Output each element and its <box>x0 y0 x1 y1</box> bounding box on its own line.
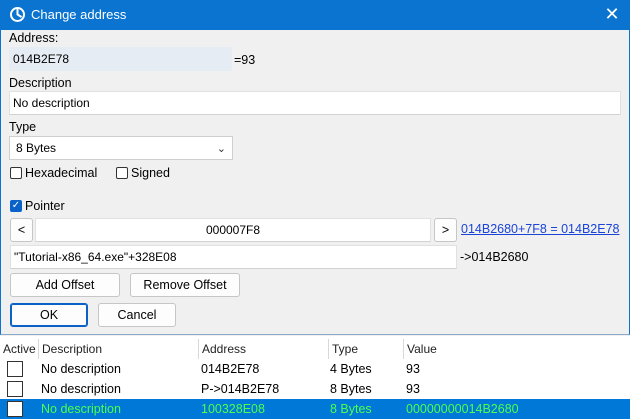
row-type: 8 Bytes <box>330 402 372 416</box>
ok-button[interactable]: OK <box>10 303 88 327</box>
row-value: 93 <box>406 382 420 396</box>
offset-address-link[interactable]: 014B2680+7F8 = 014B2E78 <box>461 222 619 236</box>
window-title: Change address <box>31 7 127 22</box>
column-value[interactable]: Value <box>407 342 437 356</box>
row-description: No description <box>41 362 121 376</box>
description-label: Description <box>9 76 72 90</box>
address-list-header: Active Description Address Type Value <box>0 339 630 359</box>
remove-offset-button[interactable]: Remove Offset <box>130 273 240 297</box>
row-address: 014B2E78 <box>201 362 260 376</box>
active-checkbox[interactable] <box>7 361 23 377</box>
title-bar[interactable]: Change address ✕ <box>0 0 630 30</box>
row-value: 93 <box>406 362 420 376</box>
row-type: 4 Bytes <box>330 362 372 376</box>
column-active[interactable]: Active <box>3 342 36 356</box>
table-row[interactable]: No description P->014B2E78 8 Bytes 93 <box>0 379 630 399</box>
table-row-selected[interactable]: No description 100328E08 8 Bytes 0000000… <box>0 399 630 419</box>
hexadecimal-checkbox[interactable] <box>10 167 22 179</box>
pointer-label: Pointer <box>25 199 65 213</box>
offset-input[interactable]: 000007F8 <box>35 218 431 242</box>
row-description: No description <box>41 402 121 416</box>
add-offset-button[interactable]: Add Offset <box>10 273 120 297</box>
hexadecimal-label: Hexadecimal <box>25 166 98 180</box>
column-description[interactable]: Description <box>42 342 102 356</box>
row-type: 8 Bytes <box>330 382 372 396</box>
row-value: 00000000014B2680 <box>406 402 519 416</box>
active-checkbox[interactable] <box>7 381 23 397</box>
prev-offset-button[interactable]: < <box>10 218 33 242</box>
pointer-base-result: ->014B2680 <box>460 250 529 264</box>
type-selected-value: 8 Bytes <box>16 141 57 155</box>
next-offset-button[interactable]: > <box>434 218 457 242</box>
description-input[interactable]: No description <box>9 91 621 115</box>
column-address[interactable]: Address <box>202 342 246 356</box>
column-type[interactable]: Type <box>332 342 358 356</box>
address-label: Address: <box>9 31 59 45</box>
chevron-down-icon: ⌄ <box>216 143 226 155</box>
row-address: 100328E08 <box>201 402 265 416</box>
cancel-button[interactable]: Cancel <box>98 303 176 327</box>
row-address: P->014B2E78 <box>201 382 280 396</box>
table-row[interactable]: No description 014B2E78 4 Bytes 93 <box>0 359 630 379</box>
signed-checkbox[interactable] <box>116 167 128 179</box>
type-label: Type <box>9 120 37 134</box>
cheat-engine-icon <box>10 7 25 22</box>
active-checkbox[interactable] <box>7 401 23 417</box>
address-input[interactable]: 014B2E78 <box>9 47 232 71</box>
type-select[interactable]: 8 Bytes ⌄ <box>9 136 233 160</box>
address-value: =93 <box>234 53 256 67</box>
close-icon[interactable]: ✕ <box>598 2 626 28</box>
pointer-base-input[interactable]: "Tutorial-x86_64.exe"+328E08 <box>10 245 457 269</box>
pointer-checkbox[interactable]: ✓ <box>10 200 22 212</box>
signed-label: Signed <box>131 166 170 180</box>
row-description: No description <box>41 382 121 396</box>
